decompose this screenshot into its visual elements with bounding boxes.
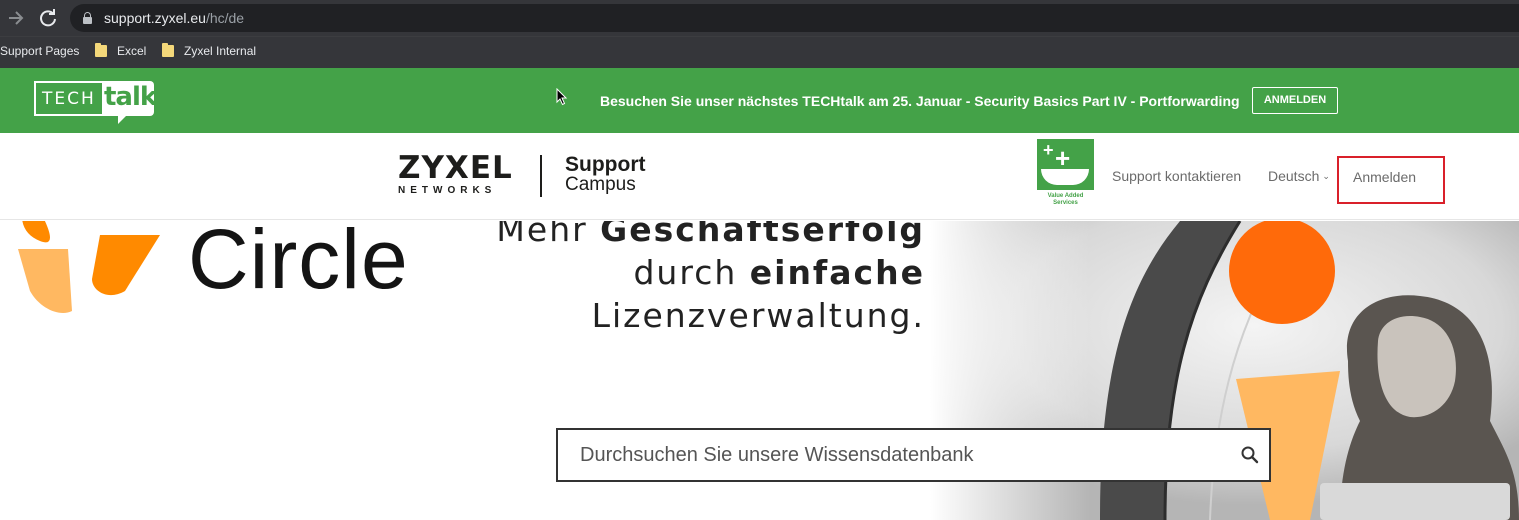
folder-icon <box>95 43 107 57</box>
browser-toolbar: support.zyxel.eu/hc/de <box>0 0 1519 36</box>
promo-register-button[interactable]: ANMELDEN <box>1252 87 1338 114</box>
chevron-down-icon: ⌄ <box>1322 171 1330 181</box>
techtalk-logo[interactable]: TECH talk <box>34 81 157 124</box>
hand-icon <box>1041 169 1089 185</box>
bookmark-support-pages[interactable]: Support Pages <box>0 44 79 58</box>
nav-contact-support[interactable]: Support kontaktieren <box>1112 168 1241 184</box>
circle-brand-word: Circle <box>188 221 409 306</box>
hero-slogan: Mehr Geschäftserfolg durch einfache Lize… <box>496 221 925 335</box>
logo-divider <box>540 155 542 197</box>
url-text: support.zyxel.eu/hc/de <box>104 10 245 26</box>
circle-logo-petal-right <box>92 235 160 296</box>
plus-icon: + <box>1043 140 1054 160</box>
zyxel-logo[interactable]: ZYXEL NETWORKS <box>398 153 513 197</box>
orange-disc <box>1229 221 1335 324</box>
promo-text: Besuchen Sie unser nächstes TECHtalk am … <box>600 93 1240 109</box>
search-icon[interactable] <box>1240 445 1260 465</box>
site-header: ZYXEL NETWORKS Support Campus + + Value … <box>0 133 1519 220</box>
circle-logo-petal-left <box>18 249 72 313</box>
mouse-cursor-icon <box>556 88 568 106</box>
login-highlight[interactable]: Anmelden <box>1337 156 1445 204</box>
arrow-right-icon[interactable] <box>4 6 28 30</box>
lock-icon <box>83 12 92 24</box>
bookmarks-bar: Support Pages Excel Zyxel Internal <box>0 36 1519 68</box>
login-link[interactable]: Anmelden <box>1353 169 1416 185</box>
support-campus-logo[interactable]: Support Campus <box>565 154 645 195</box>
circle-logo-petal-top <box>22 221 50 243</box>
reload-icon[interactable] <box>36 6 60 30</box>
laptop <box>1320 483 1510 520</box>
promo-banner: TECH talk Besuchen Sie unser nächstes TE… <box>0 68 1519 133</box>
value-added-services-badge[interactable]: + + Value Added Services <box>1037 139 1094 207</box>
address-bar[interactable]: support.zyxel.eu/hc/de <box>70 4 1519 32</box>
language-selector[interactable]: Deutsch ⌄ <box>1268 168 1330 184</box>
hero-banner: Circle Mehr Geschäftserfolg durch einfac… <box>0 221 1519 520</box>
bookmark-excel[interactable]: Excel <box>95 43 146 58</box>
bookmark-zyxel-internal[interactable]: Zyxel Internal <box>162 43 256 58</box>
folder-icon <box>162 43 174 57</box>
search-input[interactable] <box>558 430 1218 480</box>
knowledge-search-box <box>556 428 1271 482</box>
